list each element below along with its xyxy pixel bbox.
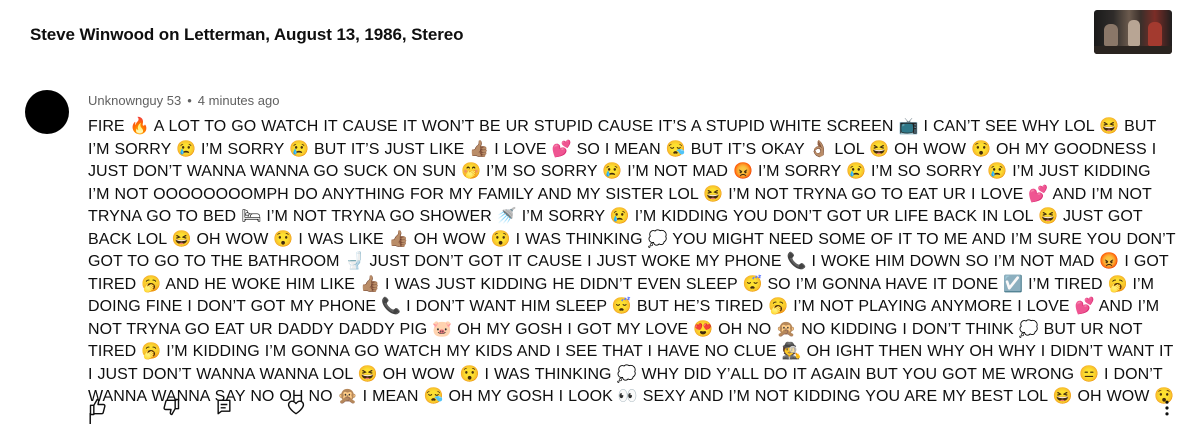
thumbnail-figure (1128, 20, 1140, 46)
thumbnail-figure (1104, 24, 1118, 46)
comment-time[interactable]: 4 minutes ago (198, 93, 280, 108)
like-button[interactable] (86, 395, 110, 419)
thumbnail-floor (1094, 46, 1172, 54)
avatar[interactable] (25, 90, 69, 134)
more-vertical-icon (1165, 400, 1169, 416)
heart-button[interactable] (284, 395, 308, 419)
reply-icon (217, 399, 231, 415)
thumbs-up-icon (89, 398, 106, 416)
comment-text: FIRE 🔥 A LOT TO GO WATCH IT CAUSE IT WON… (88, 118, 1176, 428)
thumbnail-figure (1148, 22, 1162, 46)
heart-icon (287, 400, 305, 415)
video-thumbnail[interactable] (1094, 10, 1172, 54)
comment-author[interactable]: Unknownguy 53 (88, 93, 181, 108)
comment-meta: Unknownguy 53 • 4 minutes ago (88, 93, 279, 108)
meta-separator: • (187, 93, 192, 108)
reply-button[interactable] (212, 395, 236, 419)
dislike-button[interactable] (159, 395, 183, 419)
more-actions-button[interactable] (1155, 396, 1179, 420)
thumbs-down-icon (163, 398, 180, 416)
video-title[interactable]: Steve Winwood on Letterman, August 13, 1… (30, 25, 463, 45)
